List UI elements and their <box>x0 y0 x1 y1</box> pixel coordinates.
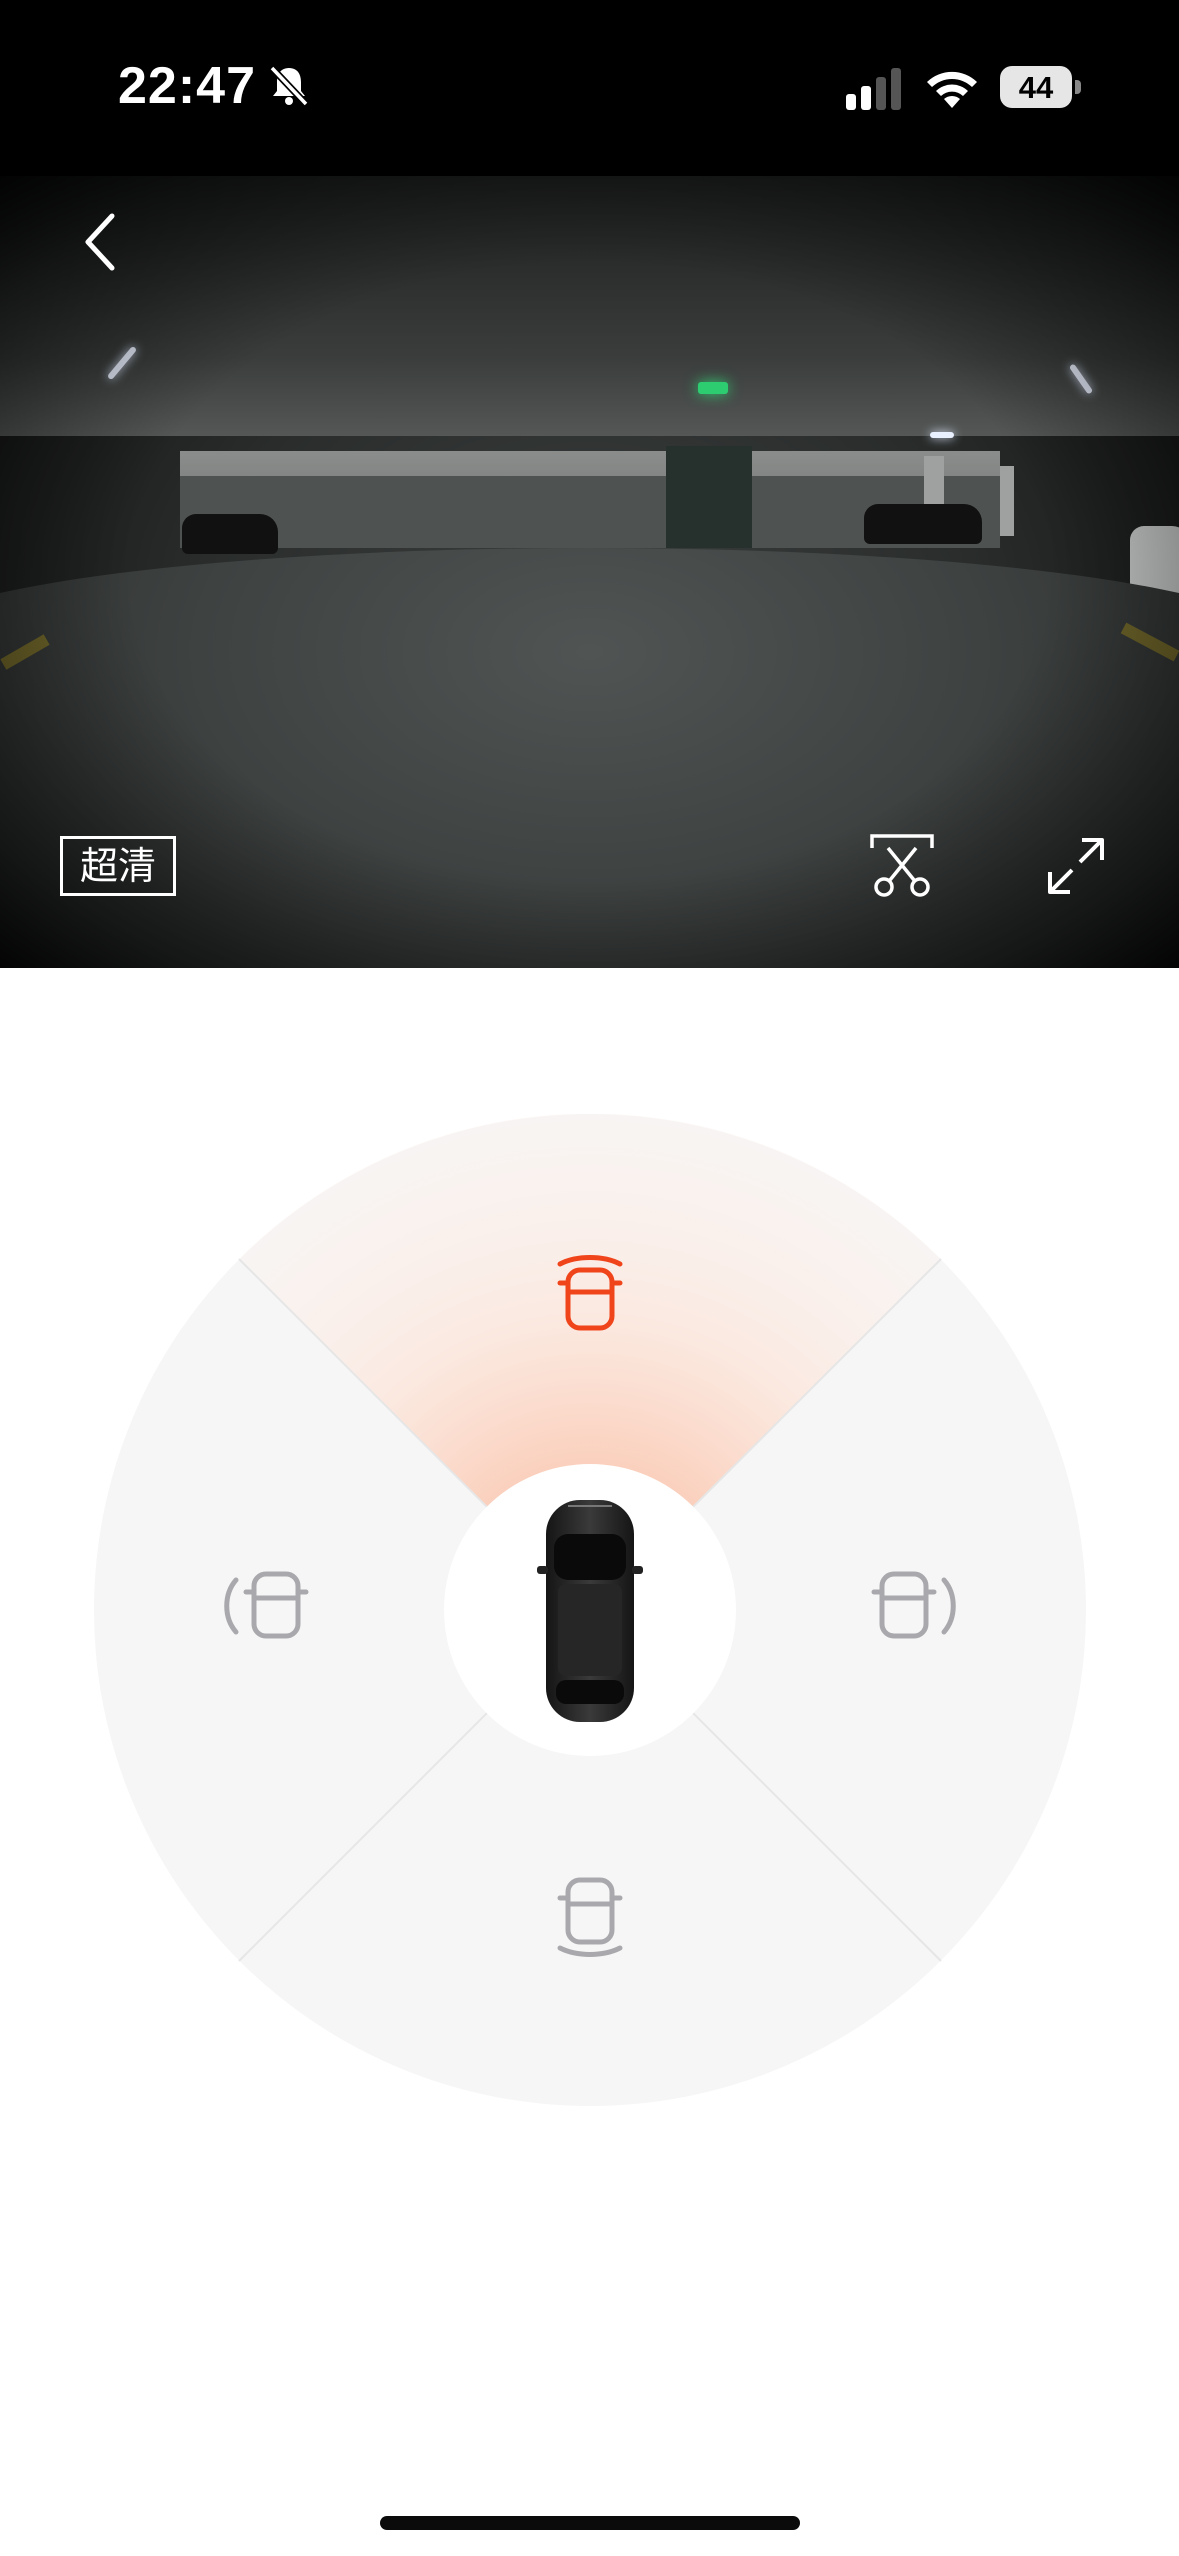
cellular-signal-icon <box>846 68 901 110</box>
status-time: 22:47 <box>118 57 256 115</box>
wifi-icon <box>927 71 977 108</box>
back-chevron-icon[interactable] <box>78 210 126 274</box>
camera-direction-wheel <box>94 1114 1086 2106</box>
car-top-view-icon <box>537 1500 643 1722</box>
camera-view[interactable] <box>0 176 1179 968</box>
scissors-clip-icon[interactable] <box>870 834 934 898</box>
camera-vignette <box>0 176 1179 968</box>
battery-icon: 44 <box>1000 66 1084 108</box>
battery-tip <box>1075 80 1081 94</box>
quality-toggle-button[interactable]: 超清 <box>60 836 176 896</box>
bell-slash-icon <box>269 65 309 107</box>
status-bar: 22:47 44 <box>0 0 1179 176</box>
battery-level: 44 <box>1018 70 1054 105</box>
home-indicator[interactable] <box>380 2516 800 2530</box>
expand-icon[interactable] <box>1046 836 1106 896</box>
